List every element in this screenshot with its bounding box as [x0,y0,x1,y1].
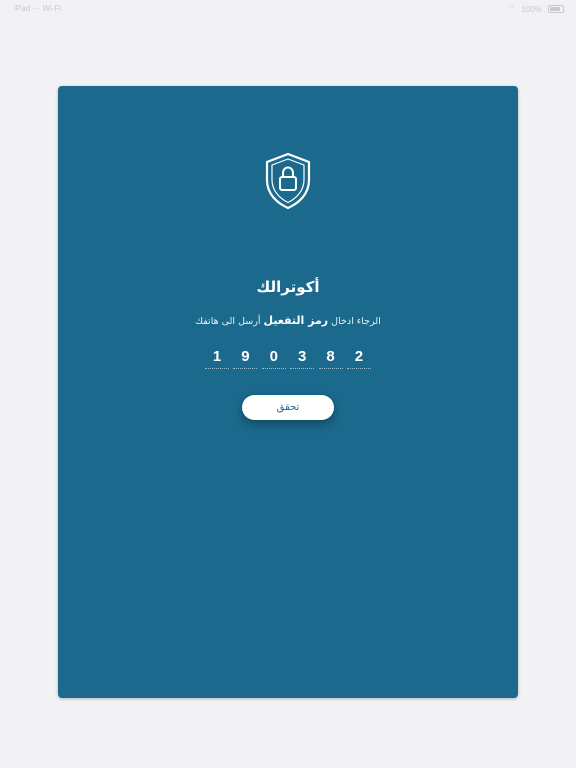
status-bar-right: ⌔ 100% [508,4,564,14]
instructions-text: الرجاء ادخال رمز التفعيل أرسل الى هاتفك [58,314,518,327]
instructions-emphasis: رمز التفعيل [263,314,329,327]
verification-code-input[interactable]: 1 9 0 3 8 2 [205,346,371,370]
verify-button[interactable]: تحقق [242,395,334,420]
status-bar-left: iPad ⋯ Wi-Fi [14,4,62,13]
code-digit-5[interactable]: 8 [318,346,343,369]
code-digit-4[interactable]: 3 [290,346,315,369]
verification-card: أكوترالك الرجاء ادخال رمز التفعيل أرسل ا… [58,86,518,698]
battery-icon [548,5,564,13]
code-digit-2[interactable]: 9 [233,346,258,369]
instructions-after: أرسل الى هاتفك [195,316,264,327]
code-digit-1[interactable]: 1 [205,346,229,369]
code-digit-6[interactable]: 2 [346,346,371,369]
status-bar: iPad ⋯ Wi-Fi ⌔ 100% [0,0,576,18]
page-title: أكوترالك [256,278,320,296]
battery-percent: 100% [521,4,542,14]
instructions-before: الرجاء ادخال [328,316,381,327]
code-digit-3[interactable]: 0 [261,346,286,369]
wifi-icon: ⌔ [508,4,516,13]
shield-lock-icon [265,152,311,210]
